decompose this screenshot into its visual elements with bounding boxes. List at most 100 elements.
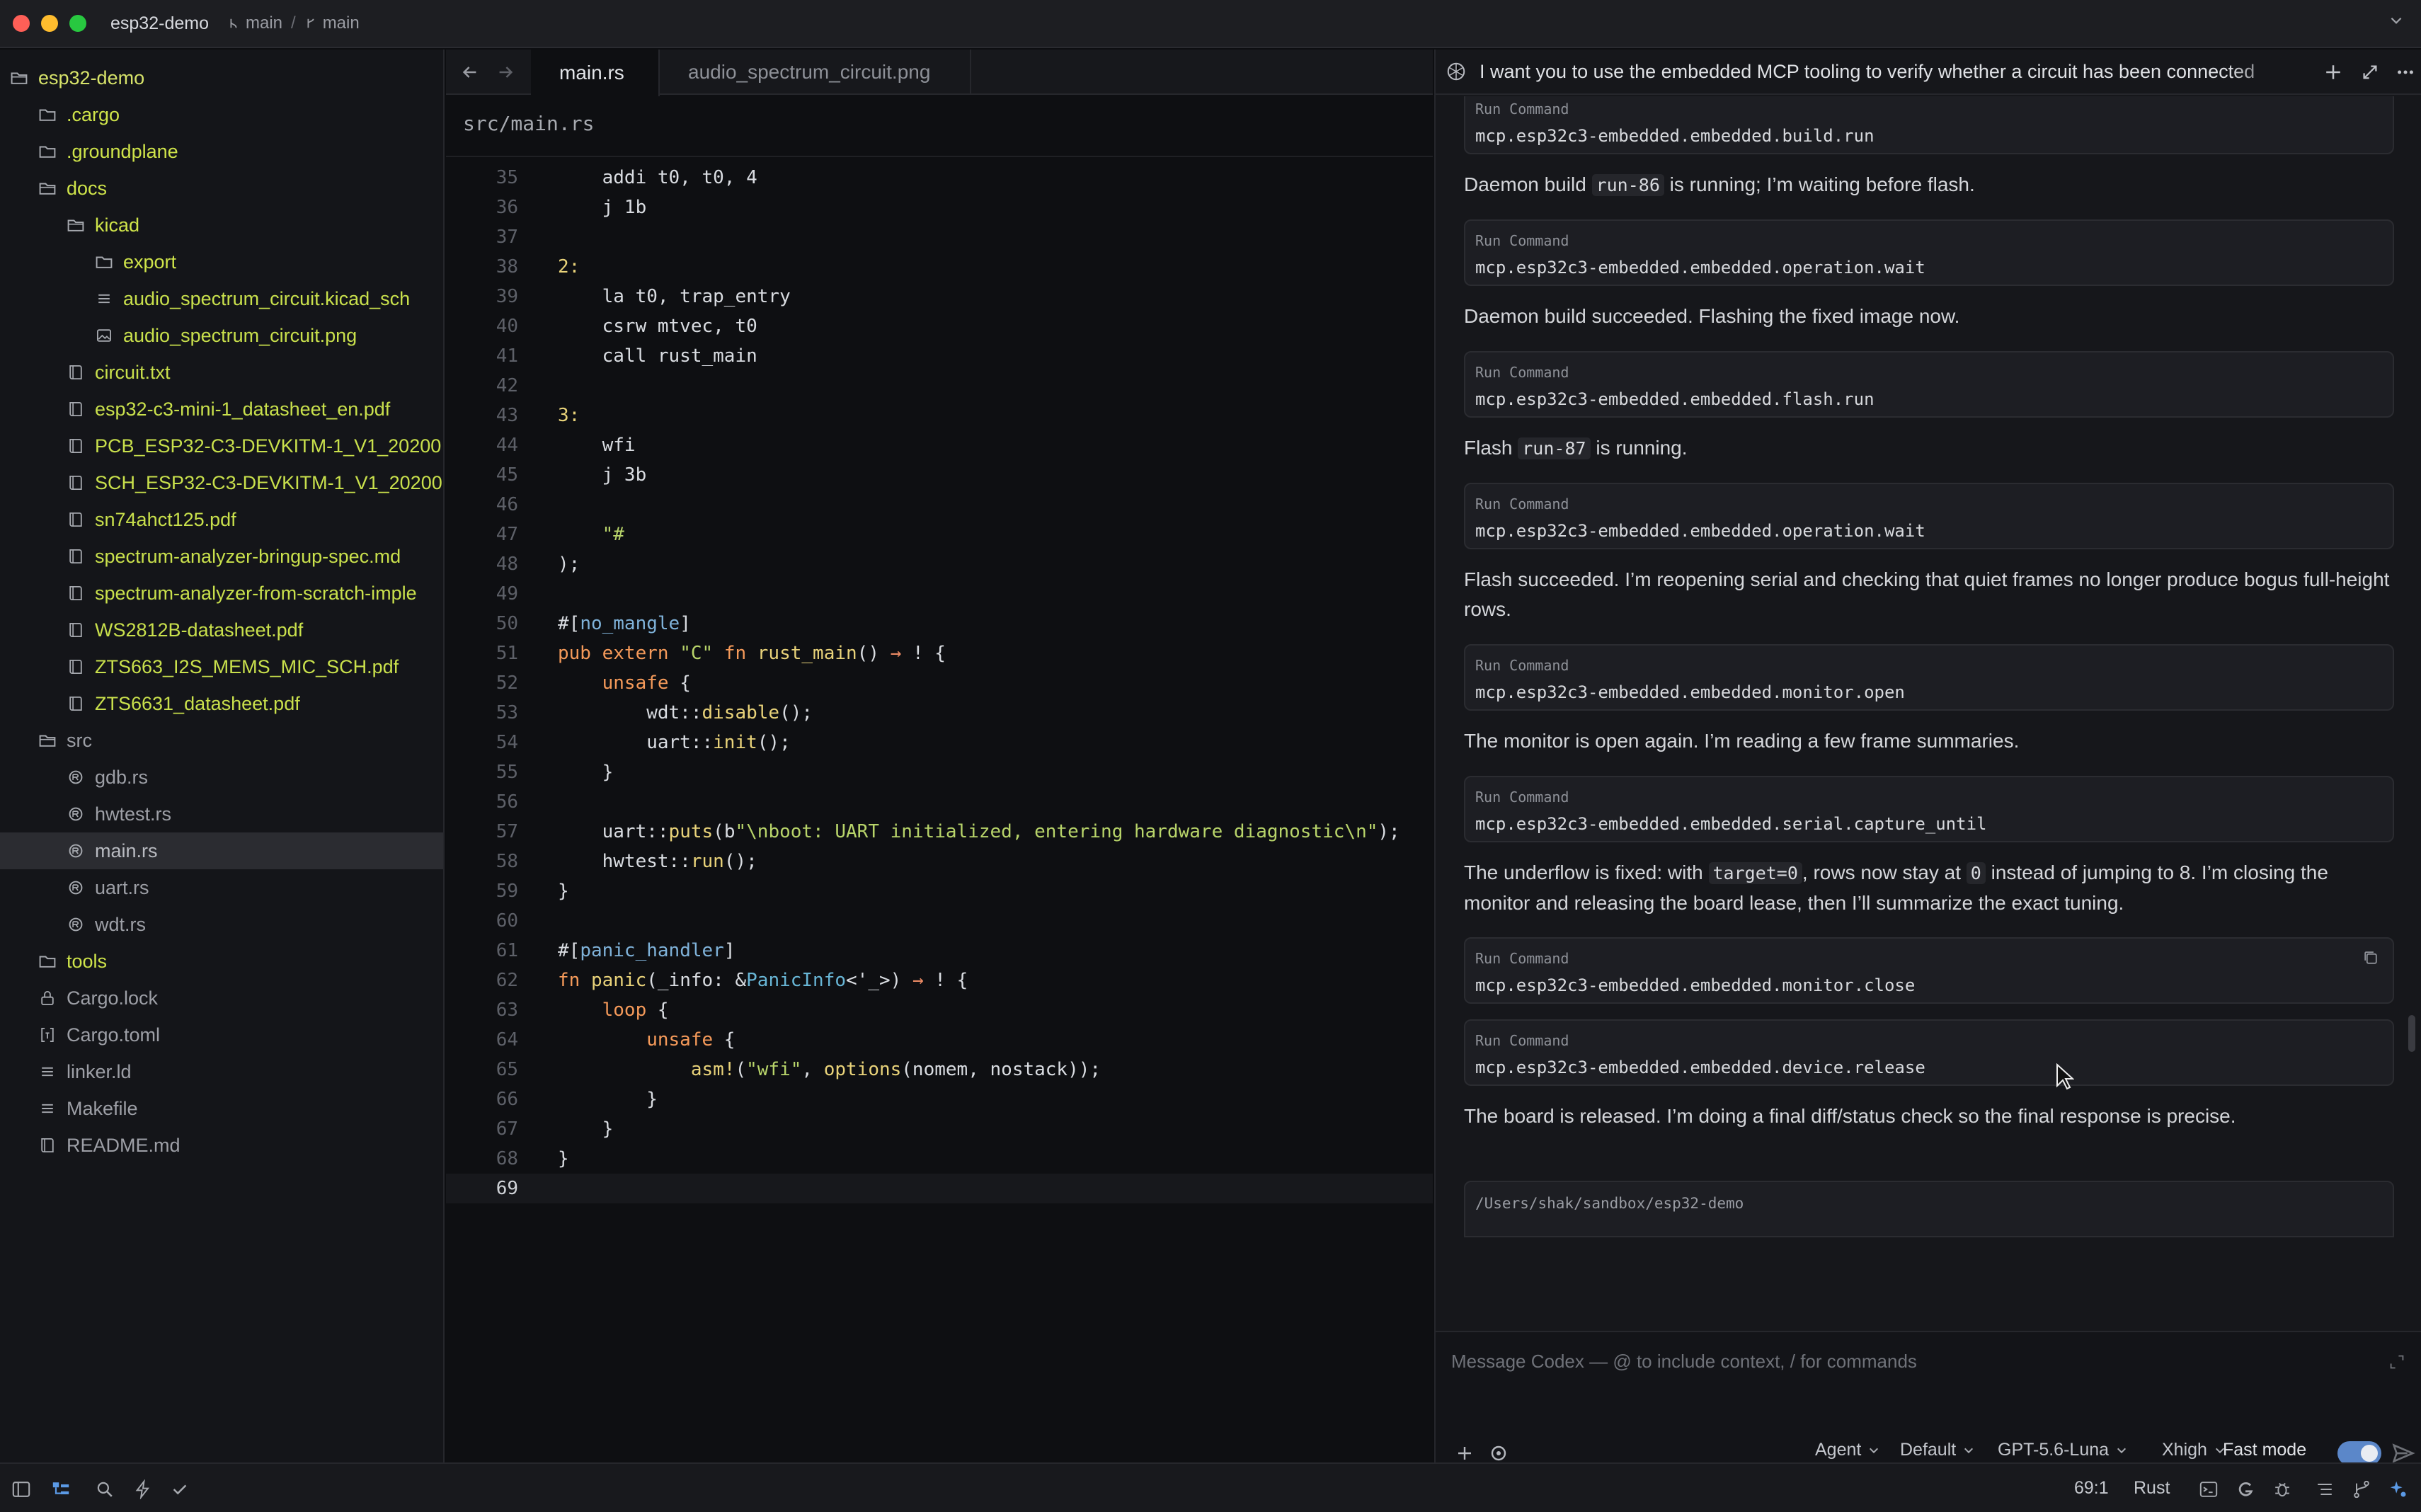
run-command-card[interactable]: Run Command mcp.esp32c3-embedded.embedded…: [1464, 644, 2394, 711]
model-dropdown[interactable]: GPT-5.6-Luna: [1998, 1440, 2127, 1460]
check-icon[interactable]: [170, 1479, 190, 1499]
tree-item-circuit-txt[interactable]: circuit.txt: [0, 354, 443, 391]
run-command-card[interactable]: Run Command mcp.esp32c3-embedded.embedded…: [1464, 351, 2394, 418]
code-line[interactable]: 56: [446, 787, 1433, 817]
breadcrumb[interactable]: src/main.rs: [463, 112, 594, 135]
run-command-card[interactable]: Run Command mcp.esp32c3-embedded.embedded…: [1464, 219, 2394, 286]
run-command-card[interactable]: Run Command mcp.esp32c3-embedded.embedded…: [1464, 1019, 2394, 1086]
transcript[interactable]: Run Command mcp.esp32c3-embedded.embedded…: [1436, 96, 2421, 1331]
tree-item-audio-spectrum-circuit-kicad-sch[interactable]: audio_spectrum_circuit.kicad_sch: [0, 280, 443, 317]
tree-item-sch-esp32-c3-devkitm-1-v1-20200[interactable]: SCH_ESP32-C3-DEVKITM-1_V1_20200: [0, 464, 443, 501]
code-line[interactable]: 47 "#: [446, 520, 1433, 549]
code-line[interactable]: 57 uart::puts(b"\nboot: UART initialized…: [446, 817, 1433, 847]
tree-item-cargo-toml[interactable]: Cargo.toml: [0, 1016, 443, 1053]
file-tree-icon[interactable]: [51, 1479, 71, 1499]
tree-item-audio-spectrum-circuit-png[interactable]: audio_spectrum_circuit.png: [0, 317, 443, 354]
run-command-card[interactable]: Run Command mcp.esp32c3-embedded.embedded…: [1464, 483, 2394, 549]
tree-item-cargo[interactable]: .cargo: [0, 96, 443, 133]
toggle-sidebar-icon[interactable]: [11, 1479, 31, 1499]
run-command-card[interactable]: Run Command mcp.esp32c3-embedded.embedded…: [1464, 776, 2394, 842]
tree-item-export[interactable]: export: [0, 244, 443, 280]
code-line[interactable]: 45 j 3b: [446, 460, 1433, 490]
search-icon[interactable]: [95, 1479, 115, 1499]
tab-audio-spectrum-png[interactable]: audio_spectrum_circuit.png: [660, 50, 971, 95]
tree-item-docs[interactable]: docs: [0, 170, 443, 207]
zoom-window-button[interactable]: [69, 15, 86, 32]
approval-dropdown[interactable]: Default: [1900, 1440, 1974, 1460]
lightning-icon[interactable]: [133, 1479, 153, 1499]
message-input[interactable]: [1451, 1351, 2357, 1373]
code-line[interactable]: 69: [446, 1174, 1433, 1203]
run-command-card[interactable]: Run Command mcp.esp32c3-embedded.embedded…: [1464, 96, 2394, 154]
code-line[interactable]: 41 call rust_main: [446, 341, 1433, 371]
code-line[interactable]: 39 la t0, trap_entry: [446, 282, 1433, 311]
tab-main-rs[interactable]: main.rs: [531, 50, 660, 96]
tree-item-pcb-esp32-c3-devkitm-1-v1-20200[interactable]: PCB_ESP32-C3-DEVKITM-1_V1_20200: [0, 428, 443, 464]
tree-item-cargo-lock[interactable]: Cargo.lock: [0, 980, 443, 1016]
tree-item-zts663-i2s-mems-mic-sch-pdf[interactable]: ZTS663_I2S_MEMS_MIC_SCH.pdf: [0, 648, 443, 685]
code-line[interactable]: 48);: [446, 549, 1433, 579]
code-line[interactable]: 43 3:: [446, 401, 1433, 430]
shell-output-card[interactable]: /Users/shak/sandbox/esp32-demo: [1464, 1181, 2394, 1237]
tree-item-readme-md[interactable]: README.md: [0, 1127, 443, 1164]
fast-mode-toggle[interactable]: [2337, 1441, 2381, 1465]
code-line[interactable]: 44 wfi: [446, 430, 1433, 460]
code-line[interactable]: 37: [446, 222, 1433, 252]
scrollbar-thumb[interactable]: [2408, 1015, 2415, 1052]
debug-bug-icon[interactable]: [2272, 1479, 2292, 1499]
code-line[interactable]: 35 addi t0, t0, 4: [446, 163, 1433, 193]
code-line[interactable]: 61 #[panic_handler]: [446, 936, 1433, 966]
code-line[interactable]: 65 asm!("wfi", options(nomem, nostack));: [446, 1055, 1433, 1084]
tree-item-uart-rs[interactable]: uart.rs: [0, 869, 443, 906]
plus-icon[interactable]: [2323, 62, 2343, 82]
chevron-down-icon[interactable]: [2388, 13, 2404, 28]
cursor-position[interactable]: 69:1: [2074, 1478, 2109, 1499]
code-line[interactable]: 67 }: [446, 1114, 1433, 1144]
code-line[interactable]: 60: [446, 906, 1433, 936]
code-line[interactable]: 52 unsafe {: [446, 668, 1433, 698]
tree-item-kicad[interactable]: kicad: [0, 207, 443, 244]
minimize-window-button[interactable]: [41, 15, 58, 32]
code-line[interactable]: 55 }: [446, 757, 1433, 787]
close-window-button[interactable]: [13, 15, 30, 32]
code-line[interactable]: 53 wdt::disable();: [446, 698, 1433, 728]
tree-item-zts6631-datasheet-pdf[interactable]: ZTS6631_datasheet.pdf: [0, 685, 443, 722]
language-mode[interactable]: Rust: [2134, 1478, 2170, 1499]
code-line[interactable]: 50 #[no_mangle]: [446, 609, 1433, 638]
tree-item-gdb-rs[interactable]: gdb.rs: [0, 759, 443, 796]
code-line[interactable]: 49: [446, 579, 1433, 609]
tree-item-makefile[interactable]: Makefile: [0, 1090, 443, 1127]
expand-icon[interactable]: [2360, 62, 2380, 82]
code-line[interactable]: 66 }: [446, 1084, 1433, 1114]
code-line[interactable]: 38 2:: [446, 252, 1433, 282]
code-line[interactable]: 46: [446, 490, 1433, 520]
agent-mode-dropdown[interactable]: Agent: [1815, 1440, 1879, 1460]
code-line[interactable]: 58 hwtest::run();: [446, 847, 1433, 876]
project-name[interactable]: esp32-demo: [110, 13, 209, 34]
code-line[interactable]: 59}: [446, 876, 1433, 906]
tree-item-tools[interactable]: tools: [0, 943, 443, 980]
copy-icon[interactable]: [2362, 949, 2380, 967]
branch-selector[interactable]: main / main: [227, 13, 360, 33]
tree-item-esp32-c3-mini-1-datasheet-en-pdf[interactable]: esp32-c3-mini-1_datasheet_en.pdf: [0, 391, 443, 428]
code-line[interactable]: 62 fn panic(_info: &PanicInfo<'_>) → ! {: [446, 966, 1433, 995]
tree-item-ws2812b-datasheet-pdf[interactable]: WS2812B-datasheet.pdf: [0, 612, 443, 648]
tree-item-wdt-rs[interactable]: wdt.rs: [0, 906, 443, 943]
outline-icon[interactable]: [2315, 1479, 2335, 1499]
code-line[interactable]: 54 uart::init();: [446, 728, 1433, 757]
tree-item-hwtest-rs[interactable]: hwtest.rs: [0, 796, 443, 832]
code-line[interactable]: 36 j 1b: [446, 193, 1433, 222]
more-icon[interactable]: [2396, 62, 2415, 82]
back-arrow-icon[interactable]: [460, 62, 480, 82]
tree-item-esp32-demo[interactable]: esp32-demo: [0, 59, 443, 96]
code-line[interactable]: 63 loop {: [446, 995, 1433, 1025]
code-line[interactable]: 64 unsafe {: [446, 1025, 1433, 1055]
code-line[interactable]: 40 csrw mtvec, t0: [446, 311, 1433, 341]
tools-icon[interactable]: [1488, 1443, 1509, 1464]
code-line[interactable]: 51 pub extern "C" fn rust_main() → ! {: [446, 638, 1433, 668]
run-command-card[interactable]: Run Command mcp.esp32c3-embedded.embedded…: [1464, 937, 2394, 1004]
tree-item-src[interactable]: src: [0, 722, 443, 759]
tree-item-spectrum-analyzer-bringup-spec-md[interactable]: spectrum-analyzer-bringup-spec.md: [0, 538, 443, 575]
grammar-icon[interactable]: [2236, 1479, 2255, 1499]
code-line[interactable]: 68}: [446, 1144, 1433, 1174]
